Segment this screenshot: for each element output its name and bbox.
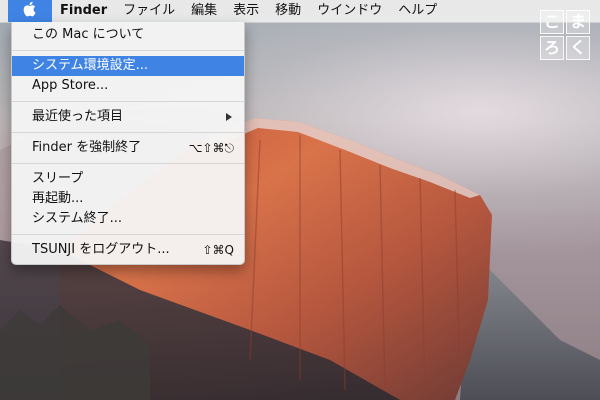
menu-item-label: App Store... [32, 78, 109, 93]
menu-item-app-store[interactable]: App Store... [12, 76, 244, 96]
menu-item-label: 最近使った項目 [32, 109, 124, 124]
watermark-logo: こ ま ろ く [540, 10, 590, 60]
menu-item-log-out[interactable]: TSUNJI をログアウト... ⇧⌘Q [12, 240, 244, 260]
menu-view[interactable]: 表示 [225, 0, 267, 22]
menu-file[interactable]: ファイル [115, 0, 183, 22]
desktop: Finder ファイル 編集 表示 移動 ウインドウ ヘルプ この Mac につ… [0, 0, 600, 400]
watermark-char: ま [566, 10, 590, 34]
watermark-char: こ [540, 10, 564, 34]
menu-separator [12, 132, 244, 133]
menu-item-label: スリープ [32, 171, 84, 186]
menu-separator [12, 163, 244, 164]
menu-item-label: システム終了... [32, 211, 123, 226]
menu-edit[interactable]: 編集 [183, 0, 225, 22]
apple-menu-dropdown: この Mac について システム環境設定... App Store... 最近使… [11, 22, 245, 265]
watermark-char: く [566, 36, 590, 60]
menu-item-label: Finder を強制終了 [32, 140, 142, 155]
menu-item-shut-down[interactable]: システム終了... [12, 209, 244, 229]
menu-item-recent-items[interactable]: 最近使った項目 [12, 107, 244, 127]
menu-item-label: TSUNJI をログアウト... [32, 242, 170, 257]
menu-item-system-preferences[interactable]: システム環境設定... [12, 56, 244, 76]
submenu-arrow-icon [226, 113, 232, 121]
menu-item-about-this-mac[interactable]: この Mac について [12, 25, 244, 45]
menu-go[interactable]: 移動 [267, 0, 309, 22]
menu-item-restart[interactable]: 再起動... [12, 189, 244, 209]
menu-finder[interactable]: Finder [52, 0, 115, 22]
menu-item-label: 再起動... [32, 191, 84, 206]
menu-help[interactable]: ヘルプ [390, 0, 445, 22]
menu-separator [12, 50, 244, 51]
menu-separator [12, 234, 244, 235]
apple-menu-button[interactable] [8, 0, 52, 22]
menu-bar: Finder ファイル 編集 表示 移動 ウインドウ ヘルプ [0, 0, 600, 23]
menu-separator [12, 101, 244, 102]
menu-item-force-quit-finder[interactable]: Finder を強制終了 ⌥⇧⌘⎋ [12, 138, 244, 158]
watermark-char: ろ [540, 36, 564, 60]
menu-item-sleep[interactable]: スリープ [12, 169, 244, 189]
menu-window[interactable]: ウインドウ [309, 0, 390, 22]
menu-item-label: この Mac について [32, 27, 145, 42]
menu-item-label: システム環境設定... [32, 58, 149, 73]
apple-icon [23, 1, 36, 17]
keyboard-shortcut: ⇧⌘Q [202, 243, 235, 257]
keyboard-shortcut: ⌥⇧⌘⎋ [188, 141, 234, 155]
